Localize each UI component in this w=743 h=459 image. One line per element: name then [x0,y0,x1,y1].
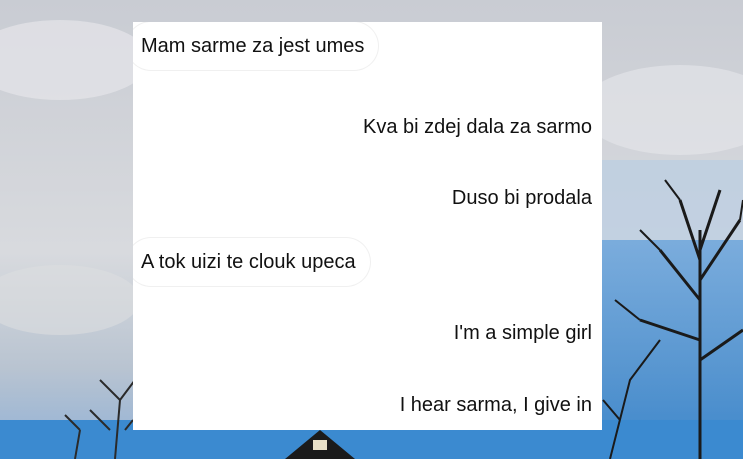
message-sent: I'm a simple girl [439,309,602,357]
message-sent: Kva bi zdej dala za sarmo [348,103,602,151]
chat-card: Mam sarme za jest umes Kva bi zdej dala … [133,22,602,430]
message-received: A tok uizi te clouk upeca [133,238,370,286]
message-received: Mam sarme za jest umes [133,22,379,70]
message-sent: I hear sarma, I give in [385,381,602,429]
message-sent: Duso bi prodala [437,174,602,222]
